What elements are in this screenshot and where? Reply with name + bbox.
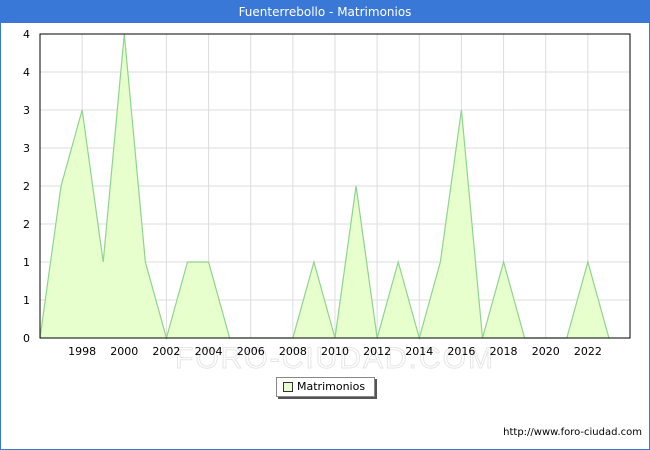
y-tick-label: 4	[23, 28, 30, 41]
x-tick-label: 2022	[574, 345, 602, 358]
x-tick-label: 2016	[447, 345, 475, 358]
y-tick-label: 4	[23, 66, 30, 79]
x-tick-label: 2004	[195, 345, 223, 358]
legend-swatch	[283, 382, 293, 392]
x-tick-label: 2008	[279, 345, 307, 358]
source-link[interactable]: http://www.foro-ciudad.com	[503, 427, 642, 438]
x-tick-label: 2014	[405, 345, 433, 358]
x-tick-label: 2020	[532, 345, 560, 358]
legend: Matrimonios	[276, 377, 375, 397]
x-tick-label: 2002	[152, 345, 180, 358]
x-axis-ticks: 1998 2000 2002 2004 2006 2008 2010 2012 2014 2016…	[68, 345, 602, 358]
x-tick-label: 1998	[68, 345, 96, 358]
legend-label: Matrimonios	[297, 380, 366, 393]
y-axis-ticks: 0 1 1 2 2 3 3 4 4	[23, 28, 30, 345]
y-tick-label: 3	[23, 104, 30, 117]
x-tick-label: 2010	[321, 345, 349, 358]
y-tick-label: 2	[23, 180, 30, 193]
x-tick-label: 2012	[363, 345, 391, 358]
x-tick-label: 2000	[110, 345, 138, 358]
y-tick-label: 2	[23, 218, 30, 231]
x-tick-label: 2018	[490, 345, 518, 358]
y-tick-label: 1	[23, 294, 30, 307]
x-tick-label: 2006	[237, 345, 265, 358]
y-tick-label: 3	[23, 142, 30, 155]
y-tick-label: 1	[23, 256, 30, 269]
y-tick-label: 0	[23, 332, 30, 345]
